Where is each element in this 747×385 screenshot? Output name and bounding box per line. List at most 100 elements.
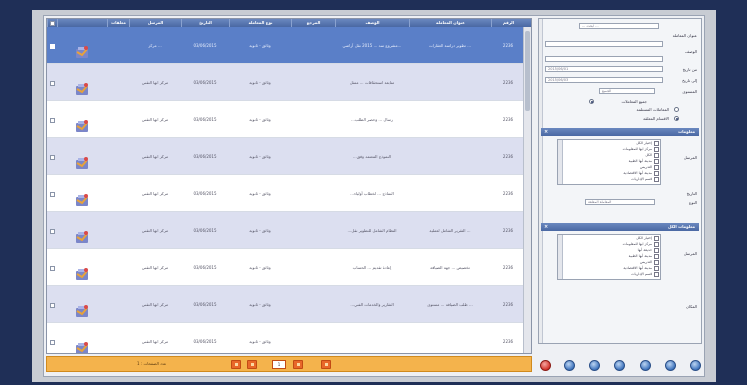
table-row[interactable]: مركز ابها التقني 03/06/2015 وثائق - ثانوية… <box>47 138 525 175</box>
cell-dept <box>291 323 335 353</box>
last-page-button[interactable] <box>321 360 331 369</box>
cell-date: 03/06/2015 <box>193 43 217 48</box>
first-page-button[interactable] <box>231 360 241 369</box>
collapse-icon[interactable]: × <box>544 223 548 231</box>
senders-list[interactable]: إختيار الكل مركز ابها للمعلومات الكل مدينة … <box>557 139 661 185</box>
cell-subject: تخصيص ... جهة الضيافة <box>430 265 470 270</box>
desc-input[interactable] <box>545 56 663 62</box>
cell-sel <box>47 212 57 249</box>
column-header-desc[interactable]: الوصف <box>335 19 409 27</box>
category-select[interactable]: المعاملة المعلقة <box>585 199 655 205</box>
radio-received[interactable] <box>674 107 679 112</box>
table-row[interactable]: مركز ... 03/06/2015 وثائق - ثانوية مشروع سد… <box>47 27 525 64</box>
column-header-icon[interactable] <box>57 19 107 27</box>
radio-pending[interactable] <box>674 116 679 121</box>
page-input[interactable]: 1 <box>272 360 286 369</box>
cell-subject: التقرير الشامل لعملية ... <box>429 228 471 233</box>
select-all-checkbox[interactable] <box>50 20 55 26</box>
level-select[interactable]: الجميع <box>599 88 655 94</box>
collapse-icon[interactable]: × <box>544 128 548 136</box>
cell-type: وثائق - ثانوية <box>249 191 271 196</box>
cell-id: 2236 <box>502 339 514 344</box>
cell-icon <box>57 64 107 101</box>
panel-scrollbar[interactable] <box>539 19 543 343</box>
table-row[interactable]: مركز ابها التقني 03/06/2015 وثائق - ثانوية… <box>47 323 525 353</box>
action-button-1[interactable] <box>564 360 575 371</box>
row-checkbox[interactable] <box>49 117 55 123</box>
list-item[interactable]: قسم الإداريات <box>558 271 660 277</box>
section1-sender-label: المرسل <box>683 155 697 160</box>
filter-panel: ... ابحث ... عنوان المعاملة الوصف من تار… <box>538 18 702 344</box>
cell-dept <box>291 27 335 64</box>
table-row[interactable]: مركز ابها التقني 03/06/2015 وثائق - ثانوية… <box>47 286 525 323</box>
category-label: النوع <box>689 200 697 205</box>
row-checkbox[interactable] <box>49 339 55 345</box>
subject-input[interactable] <box>545 41 663 47</box>
section-all-header[interactable]: × معلومات الكل <box>541 223 699 231</box>
action-button-4[interactable] <box>640 360 651 371</box>
prev-page-button[interactable] <box>247 360 257 369</box>
radio-all[interactable] <box>589 99 594 104</box>
cell-status <box>107 286 129 323</box>
row-checkbox[interactable] <box>49 265 55 271</box>
section-senders-header[interactable]: × معلومات <box>541 128 699 136</box>
next-page-button[interactable] <box>293 360 303 369</box>
grid-scroll-thumb[interactable] <box>525 31 530 111</box>
row-checkbox[interactable] <box>49 43 55 49</box>
section2-sender-label: المرسل <box>683 251 697 256</box>
action-button-2[interactable] <box>589 360 600 371</box>
list-item[interactable]: قسم الإداريات <box>558 176 660 182</box>
table-row[interactable]: مركز ابها التقني 03/06/2015 وثائق - ثانوية… <box>47 101 525 138</box>
cell-dept <box>291 64 335 101</box>
document-icon[interactable] <box>74 335 90 353</box>
column-header-type[interactable]: نوع المعاملة <box>229 19 291 27</box>
row-checkbox[interactable] <box>49 191 55 197</box>
document-icon[interactable] <box>74 150 90 169</box>
row-checkbox[interactable] <box>49 228 55 234</box>
cell-id: 2236 <box>502 43 514 48</box>
cell-icon <box>57 286 107 323</box>
column-header-sender[interactable]: المرسل <box>129 19 181 27</box>
column-header-sel[interactable] <box>47 19 57 27</box>
all-senders-list[interactable]: إختيار الكل مركز ابها للمعلومات حديقة أبها… <box>557 234 661 280</box>
document-icon[interactable] <box>74 76 90 95</box>
table-row[interactable]: مركز ابها التقني 03/06/2015 وثائق - ثانوية… <box>47 64 525 101</box>
document-icon[interactable] <box>74 113 90 132</box>
document-icon[interactable] <box>74 224 90 243</box>
cell-type: وثائق - ثانوية <box>249 265 271 270</box>
cell-type: وثائق - ثانوية <box>249 228 271 233</box>
action-button-3[interactable] <box>614 360 625 371</box>
column-header-date[interactable]: التاريخ <box>181 19 229 27</box>
cell-type: وثائق - ثانوية <box>249 80 271 85</box>
close-button[interactable] <box>540 360 551 371</box>
table-row[interactable]: مركز ابها التقني 03/06/2015 وثائق - ثانوية… <box>47 175 525 212</box>
cell-sender: مركز ابها التقني <box>141 154 169 159</box>
cell-id: 2236 <box>502 154 514 159</box>
document-icon[interactable] <box>74 187 90 206</box>
grid-scrollbar[interactable] <box>523 27 531 353</box>
document-icon[interactable] <box>74 39 90 58</box>
cell-date: 03/06/2015 <box>193 154 217 159</box>
cell-desc: ...النماذج ... لخطاب أولياء <box>350 191 394 196</box>
from-date-input[interactable]: 2015/06/01 <box>545 66 663 72</box>
cell-status <box>107 138 129 175</box>
column-header-id[interactable]: الرقم <box>491 19 525 27</box>
row-checkbox[interactable] <box>49 154 55 160</box>
cell-icon <box>57 323 107 353</box>
action-button-6[interactable] <box>690 360 701 371</box>
cell-dept <box>291 249 335 286</box>
table-row[interactable]: مركز ابها التقني 03/06/2015 وثائق - ثانوية… <box>47 249 525 286</box>
column-header-dept[interactable]: المرجع <box>291 19 335 27</box>
row-checkbox[interactable] <box>49 302 55 308</box>
table-row[interactable]: مركز ابها التقني 03/06/2015 وثائق - ثانوية… <box>47 212 525 249</box>
to-date-input[interactable]: 2015/06/03 <box>545 77 663 83</box>
footer-label: المكان <box>685 304 697 309</box>
document-icon[interactable] <box>74 298 90 317</box>
cell-date: 03/06/2015 <box>193 117 217 122</box>
row-checkbox[interactable] <box>49 80 55 86</box>
column-header-subject[interactable]: عنوان المعاملة <box>409 19 491 27</box>
search-field[interactable]: ... ابحث ... <box>579 23 659 29</box>
document-icon[interactable] <box>74 261 90 280</box>
action-button-5[interactable] <box>665 360 676 371</box>
column-header-status[interactable]: معلقات <box>107 19 129 27</box>
